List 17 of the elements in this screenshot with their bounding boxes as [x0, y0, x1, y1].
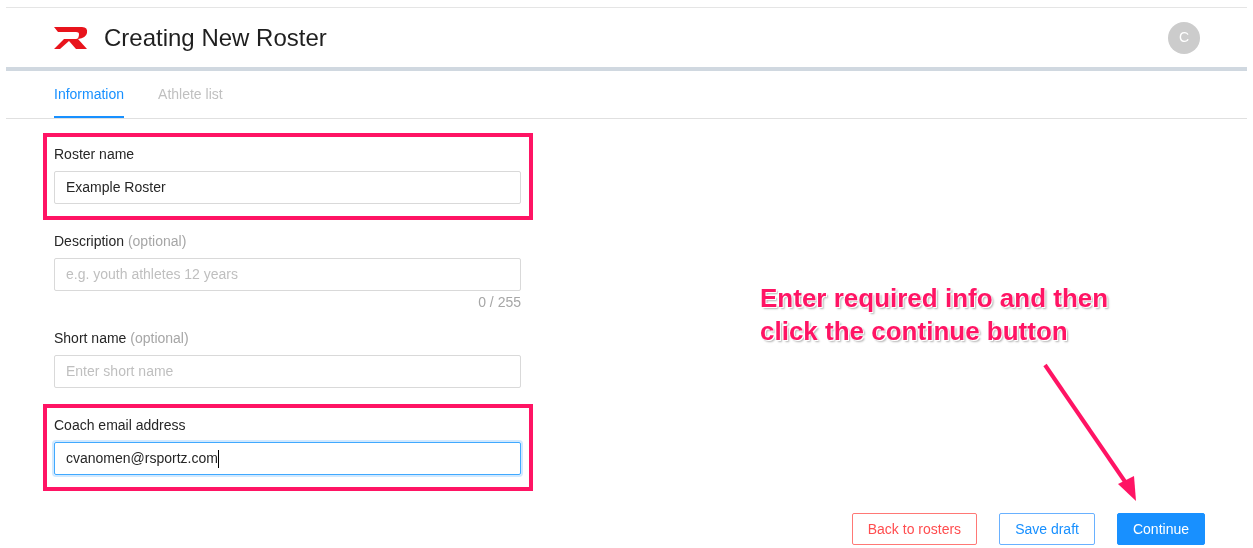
character-counter: 0 / 255: [478, 293, 521, 312]
field-label: Coach email address: [54, 416, 187, 435]
field-label: Roster name: [54, 145, 136, 164]
callout-text: Enter required info and then click the continue button: [760, 282, 1109, 348]
tab[interactable]: Information: [54, 72, 125, 118]
action-button[interactable]: Continue: [1116, 513, 1205, 545]
field-label: Description (optional): [54, 232, 188, 251]
logo-icon: [54, 26, 88, 49]
tab[interactable]: Athlete list: [158, 72, 223, 118]
page-title: Creating New Roster: [104, 22, 327, 53]
input-field[interactable]: Enter short name: [54, 355, 521, 388]
action-button[interactable]: Save draft: [999, 513, 1095, 545]
input-field[interactable]: cvanomen@rsportz.com: [54, 442, 521, 475]
action-button[interactable]: Back to rosters: [851, 513, 978, 545]
input-field[interactable]: e.g. youth athletes 12 years: [54, 258, 521, 291]
field-label: Short name (optional): [54, 329, 190, 348]
input-field[interactable]: Example Roster: [54, 171, 521, 204]
